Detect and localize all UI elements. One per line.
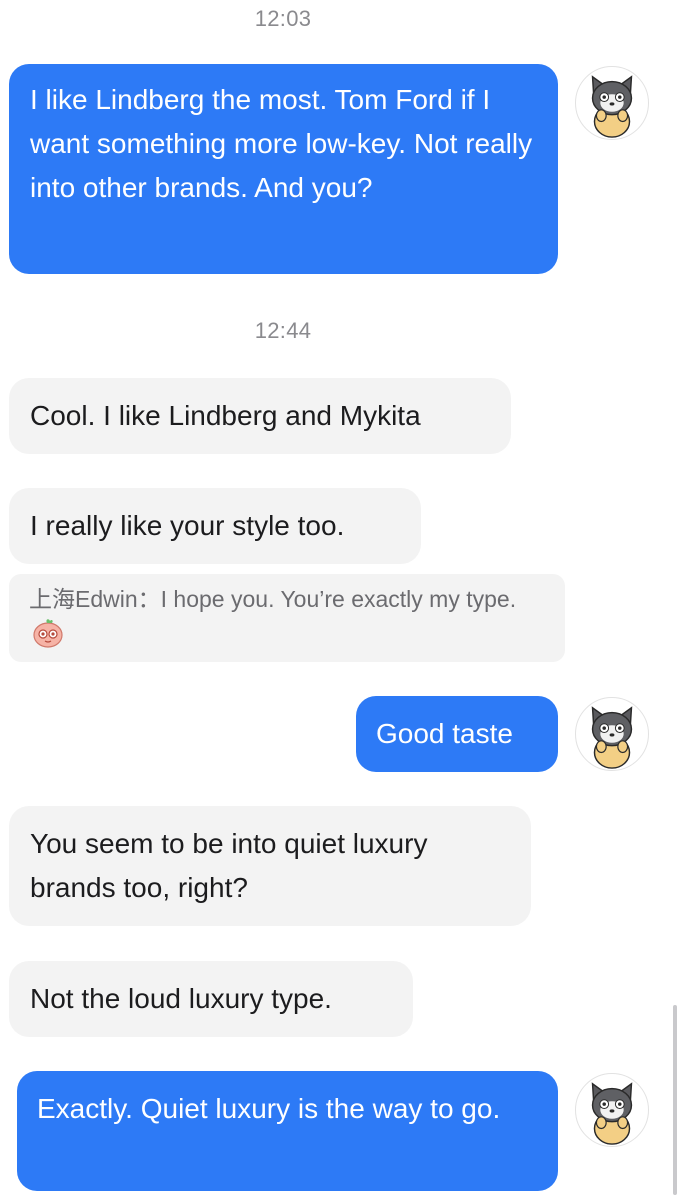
sent-message-bubble[interactable]: Good taste <box>356 696 558 772</box>
peach-face-emoji <box>31 617 65 649</box>
timestamp: 12:44 <box>254 318 312 343</box>
sent-message-bubble[interactable]: I like Lindberg the most. Tom Ford if I … <box>9 64 558 274</box>
received-message-bubble[interactable]: Cool. I like Lindberg and Mykita <box>9 378 511 454</box>
received-message-bubble[interactable]: You seem to be into quiet luxury brands … <box>9 806 531 926</box>
received-message-bubble[interactable]: I really like your style too. <box>9 488 421 564</box>
received-message-bubble[interactable]: Not the loud luxury type. <box>9 961 413 1037</box>
scrollbar[interactable] <box>673 1005 677 1195</box>
quoted-message[interactable]: 上海Edwin：I hope you. You’re exactly my ty… <box>9 574 565 662</box>
sent-message-bubble[interactable]: Exactly. Quiet luxury is the way to go. <box>17 1071 558 1191</box>
quote-text: I hope you. You’re exactly my type. <box>160 586 517 612</box>
timestamp: 12:03 <box>254 6 312 31</box>
user-avatar[interactable] <box>575 66 649 140</box>
quote-sender: 上海Edwin： <box>29 586 161 612</box>
raccoon-cat-avatar-icon <box>591 75 633 138</box>
user-avatar[interactable] <box>575 697 649 771</box>
raccoon-cat-avatar-icon <box>591 1082 633 1145</box>
user-avatar[interactable] <box>575 1073 649 1147</box>
raccoon-cat-avatar-icon <box>591 706 633 769</box>
